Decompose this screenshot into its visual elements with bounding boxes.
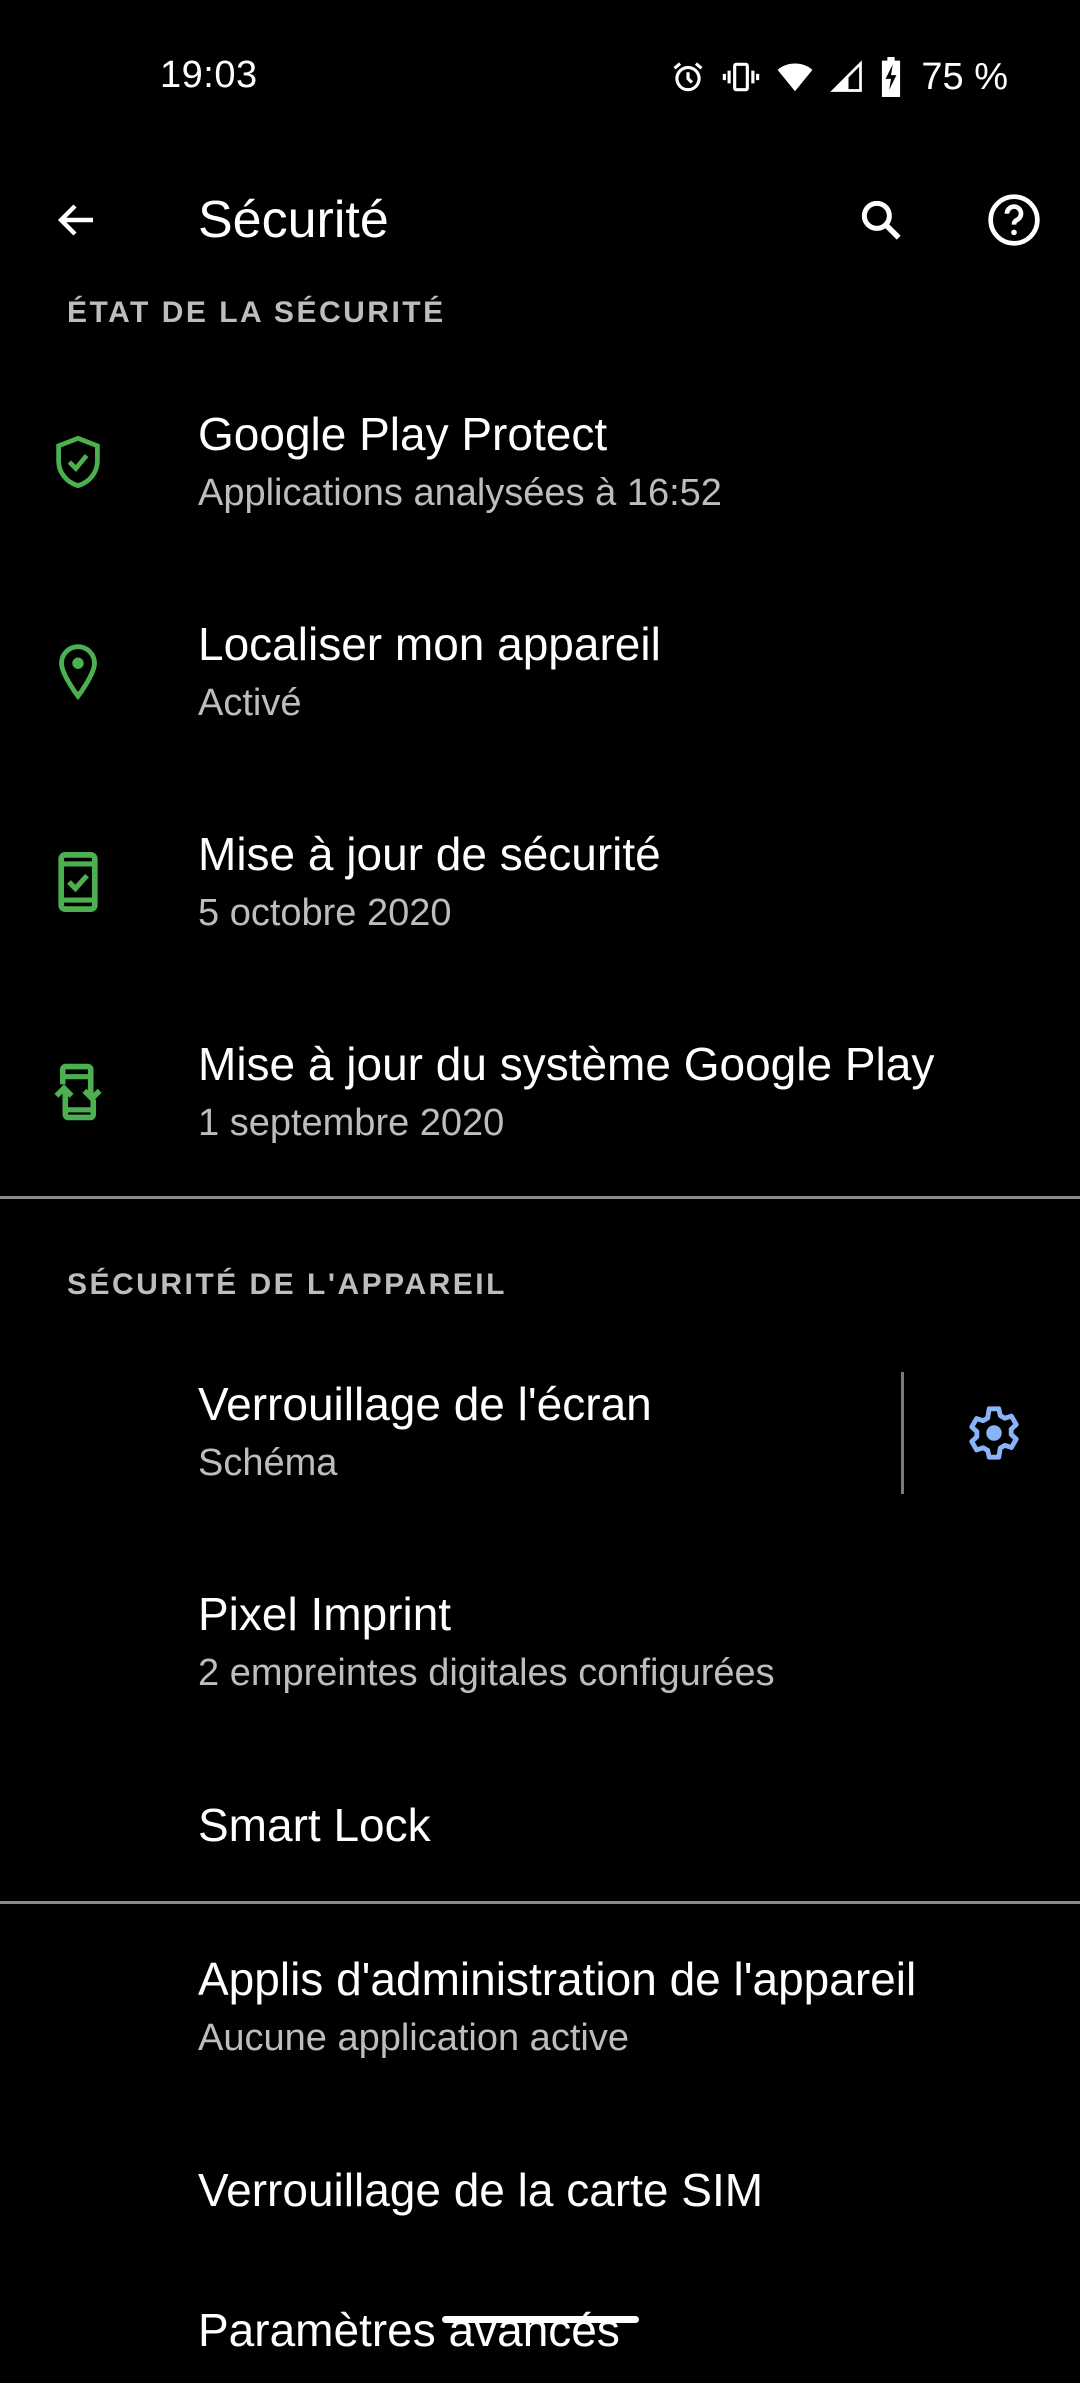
item-subtitle: Aucune application active: [198, 2017, 629, 2059]
vibrate-icon: [721, 58, 761, 96]
item-title: Smart Lock: [198, 1799, 431, 1851]
help-button[interactable]: [966, 174, 1062, 270]
search-icon: [856, 195, 906, 250]
section-divider: [0, 1196, 1080, 1199]
item-title: Localiser mon appareil: [198, 618, 661, 670]
cell-signal-icon: [829, 58, 865, 96]
item-title: Google Play Protect: [198, 408, 608, 460]
section-header-device-security: SÉCURITÉ DE L'APPAREIL: [67, 1268, 507, 1301]
battery-charging-icon: [879, 57, 903, 97]
list-item-screen-lock[interactable]: Verrouillage de l'écran Schéma: [0, 1358, 900, 1568]
item-title: Mise à jour de sécurité: [198, 828, 661, 880]
phone-sync-icon: [48, 1062, 108, 1122]
item-title: Mise à jour du système Google Play: [198, 1038, 935, 1090]
page-title: Sécurité: [198, 191, 389, 249]
item-subtitle: 2 empreintes digitales configurées: [198, 1652, 775, 1694]
status-icons: 75 %: [669, 52, 1008, 102]
screen-lock-settings-button[interactable]: [946, 1387, 1042, 1483]
back-button[interactable]: [29, 174, 125, 270]
list-item-smart-lock[interactable]: Smart Lock: [0, 1778, 1080, 1900]
list-item-find-my-device[interactable]: Localiser mon appareil Activé: [0, 598, 1080, 808]
item-title: Verrouillage de la carte SIM: [198, 2164, 764, 2216]
list-item-google-play-system-update[interactable]: Mise à jour du système Google Play 1 sep…: [0, 1018, 1080, 1196]
list-item-pixel-imprint[interactable]: Pixel Imprint 2 empreintes digitales con…: [0, 1568, 1080, 1778]
gear-icon: [965, 1404, 1023, 1467]
item-subtitle: 1 septembre 2020: [198, 1102, 505, 1144]
item-title: Paramètres avancés: [198, 2304, 620, 2356]
search-button[interactable]: [833, 174, 929, 270]
item-subtitle: Applications analysées à 16:52: [198, 472, 722, 514]
item-title: Pixel Imprint: [198, 1588, 452, 1640]
alarm-icon: [669, 58, 707, 96]
wifi-icon: [775, 58, 815, 96]
status-time: 19:03: [160, 54, 258, 96]
help-icon: [986, 192, 1042, 253]
list-item-google-play-protect[interactable]: Google Play Protect Applications analysé…: [0, 388, 1080, 598]
vertical-divider: [901, 1372, 904, 1494]
arrow-back-icon: [53, 196, 101, 249]
home-indicator[interactable]: [442, 2316, 639, 2323]
section-divider: [0, 1901, 1080, 1904]
item-title: Verrouillage de l'écran: [198, 1378, 652, 1430]
shield-check-icon: [48, 432, 108, 492]
list-item-sim-lock[interactable]: Verrouillage de la carte SIM: [0, 2143, 1080, 2283]
item-subtitle: 5 octobre 2020: [198, 892, 452, 934]
item-subtitle: Schéma: [198, 1442, 338, 1484]
location-pin-icon: [48, 642, 108, 702]
item-title: Applis d'administration de l'appareil: [198, 1953, 917, 2005]
list-item-security-update[interactable]: Mise à jour de sécurité 5 octobre 2020: [0, 808, 1080, 1018]
section-header-security-status: ÉTAT DE LA SÉCURITÉ: [67, 296, 446, 329]
phone-check-icon: [48, 852, 108, 912]
item-subtitle: Activé: [198, 682, 302, 724]
list-item-device-admin-apps[interactable]: Applis d'administration de l'appareil Au…: [0, 1933, 1080, 2143]
battery-percent: 75 %: [921, 55, 1008, 98]
list-item-advanced-settings[interactable]: Paramètres avancés: [0, 2283, 1080, 2383]
